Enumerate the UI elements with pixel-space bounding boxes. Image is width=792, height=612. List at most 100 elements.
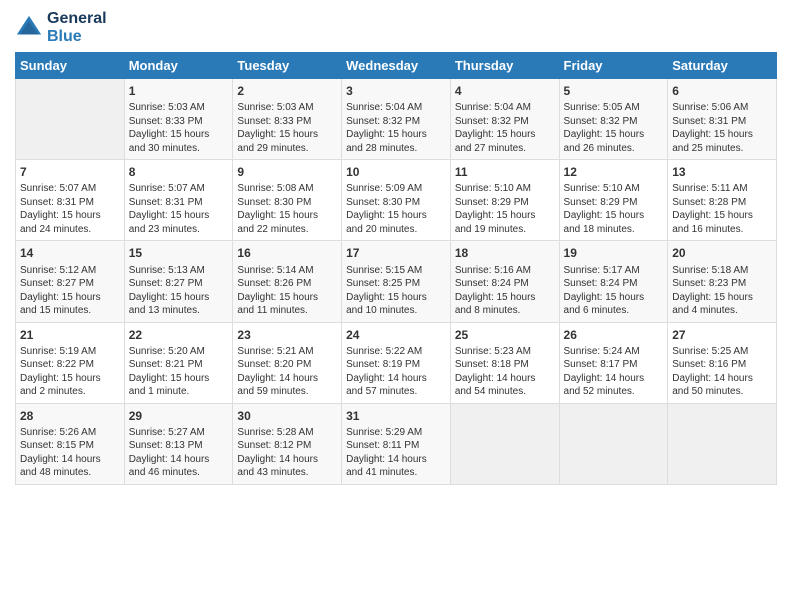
day-info: Sunrise: 5:21 AM Sunset: 8:20 PM Dayligh… [237, 345, 337, 399]
day-cell: 29Sunrise: 5:27 AM Sunset: 8:13 PM Dayli… [124, 403, 233, 484]
day-cell: 19 Sunrise: 5:17 AM Sunset: 8:24 PM Dayli… [559, 241, 668, 322]
week-row-4: 21 Sunrise: 5:19 AM Sunset: 8:22 PM Dayli… [16, 322, 777, 403]
day-info: Sunrise: 5:19 AM Sunset: 8:22 PM Dayligh… [20, 345, 120, 399]
day-info: Sunrise: 5:11 AM Sunset: 8:28 PM Dayligh… [672, 182, 772, 236]
day-number: 24 [346, 327, 446, 343]
day-cell: 26Sunrise: 5:24 AM Sunset: 8:17 PM Dayli… [559, 322, 668, 403]
day-number: 2 [237, 83, 337, 99]
week-row-2: 7 Sunrise: 5:07 AM Sunset: 8:31 PM Daylig… [16, 160, 777, 241]
day-info: Sunrise: 5:05 AM Sunset: 8:32 PM Dayligh… [564, 101, 664, 155]
day-cell: 21 Sunrise: 5:19 AM Sunset: 8:22 PM Dayli… [16, 322, 125, 403]
day-info: Sunrise: 5:07 AM Sunset: 8:31 PM Dayligh… [20, 182, 120, 236]
day-cell: 9 Sunrise: 5:08 AM Sunset: 8:30 PM Daylig… [233, 160, 342, 241]
day-cell: 1 Sunrise: 5:03 AM Sunset: 8:33 PM Daylig… [124, 79, 233, 160]
day-cell: 6 Sunrise: 5:06 AM Sunset: 8:31 PM Daylig… [668, 79, 777, 160]
day-info: Sunrise: 5:03 AM Sunset: 8:33 PM Dayligh… [129, 101, 229, 155]
day-number: 15 [129, 245, 229, 261]
col-header-thursday: Thursday [450, 53, 559, 79]
day-info: Sunrise: 5:28 AM Sunset: 8:12 PM Dayligh… [237, 426, 337, 480]
day-info: Sunrise: 5:16 AM Sunset: 8:24 PM Dayligh… [455, 264, 555, 318]
day-number: 8 [129, 164, 229, 180]
day-number: 31 [346, 408, 446, 424]
day-number: 25 [455, 327, 555, 343]
day-info: Sunrise: 5:14 AM Sunset: 8:26 PM Dayligh… [237, 264, 337, 318]
logo: General Blue [15, 10, 107, 46]
day-info: Sunrise: 5:24 AM Sunset: 8:17 PM Dayligh… [564, 345, 664, 399]
day-info: Sunrise: 5:04 AM Sunset: 8:32 PM Dayligh… [346, 101, 446, 155]
day-number: 27 [672, 327, 772, 343]
day-number: 18 [455, 245, 555, 261]
calendar-table: SundayMondayTuesdayWednesdayThursdayFrid… [15, 52, 777, 485]
day-number: 9 [237, 164, 337, 180]
day-cell: 31 Sunrise: 5:29 AM Sunset: 8:11 PM Dayli… [342, 403, 451, 484]
day-cell: 13 Sunrise: 5:11 AM Sunset: 8:28 PM Dayli… [668, 160, 777, 241]
day-cell: 12Sunrise: 5:10 AM Sunset: 8:29 PM Dayli… [559, 160, 668, 241]
day-cell: 2Sunrise: 5:03 AM Sunset: 8:33 PM Daylig… [233, 79, 342, 160]
day-info: Sunrise: 5:26 AM Sunset: 8:15 PM Dayligh… [20, 426, 120, 480]
day-number: 10 [346, 164, 446, 180]
day-number: 14 [20, 245, 120, 261]
day-cell: 14 Sunrise: 5:12 AM Sunset: 8:27 PM Dayli… [16, 241, 125, 322]
day-cell: 23 Sunrise: 5:21 AM Sunset: 8:20 PM Dayli… [233, 322, 342, 403]
day-info: Sunrise: 5:23 AM Sunset: 8:18 PM Dayligh… [455, 345, 555, 399]
day-cell: 15 Sunrise: 5:13 AM Sunset: 8:27 PM Dayli… [124, 241, 233, 322]
day-info: Sunrise: 5:13 AM Sunset: 8:27 PM Dayligh… [129, 264, 229, 318]
header: General Blue [15, 10, 777, 46]
day-number: 17 [346, 245, 446, 261]
day-cell: 3 Sunrise: 5:04 AM Sunset: 8:32 PM Daylig… [342, 79, 451, 160]
day-number: 11 [455, 164, 555, 180]
day-number: 3 [346, 83, 446, 99]
day-number: 16 [237, 245, 337, 261]
day-number: 30 [237, 408, 337, 424]
day-cell: 22Sunrise: 5:20 AM Sunset: 8:21 PM Dayli… [124, 322, 233, 403]
day-number: 22 [129, 327, 229, 343]
day-cell: 17Sunrise: 5:15 AM Sunset: 8:25 PM Dayli… [342, 241, 451, 322]
day-cell [559, 403, 668, 484]
col-header-saturday: Saturday [668, 53, 777, 79]
col-header-friday: Friday [559, 53, 668, 79]
day-cell: 20Sunrise: 5:18 AM Sunset: 8:23 PM Dayli… [668, 241, 777, 322]
day-number: 28 [20, 408, 120, 424]
day-info: Sunrise: 5:10 AM Sunset: 8:29 PM Dayligh… [455, 182, 555, 236]
day-number: 5 [564, 83, 664, 99]
day-number: 4 [455, 83, 555, 99]
day-info: Sunrise: 5:04 AM Sunset: 8:32 PM Dayligh… [455, 101, 555, 155]
day-info: Sunrise: 5:12 AM Sunset: 8:27 PM Dayligh… [20, 264, 120, 318]
day-cell [450, 403, 559, 484]
day-number: 13 [672, 164, 772, 180]
day-info: Sunrise: 5:29 AM Sunset: 8:11 PM Dayligh… [346, 426, 446, 480]
day-info: Sunrise: 5:09 AM Sunset: 8:30 PM Dayligh… [346, 182, 446, 236]
logo-icon [15, 14, 43, 42]
day-number: 1 [129, 83, 229, 99]
day-cell: 30 Sunrise: 5:28 AM Sunset: 8:12 PM Dayli… [233, 403, 342, 484]
day-cell: 5 Sunrise: 5:05 AM Sunset: 8:32 PM Daylig… [559, 79, 668, 160]
week-row-5: 28 Sunrise: 5:26 AM Sunset: 8:15 PM Dayli… [16, 403, 777, 484]
day-number: 29 [129, 408, 229, 424]
day-info: Sunrise: 5:18 AM Sunset: 8:23 PM Dayligh… [672, 264, 772, 318]
day-number: 7 [20, 164, 120, 180]
col-header-wednesday: Wednesday [342, 53, 451, 79]
day-cell [16, 79, 125, 160]
calendar-header-row: SundayMondayTuesdayWednesdayThursdayFrid… [16, 53, 777, 79]
day-number: 6 [672, 83, 772, 99]
day-cell: 8 Sunrise: 5:07 AM Sunset: 8:31 PM Daylig… [124, 160, 233, 241]
day-info: Sunrise: 5:08 AM Sunset: 8:30 PM Dayligh… [237, 182, 337, 236]
day-cell: 28 Sunrise: 5:26 AM Sunset: 8:15 PM Dayli… [16, 403, 125, 484]
day-number: 19 [564, 245, 664, 261]
day-info: Sunrise: 5:07 AM Sunset: 8:31 PM Dayligh… [129, 182, 229, 236]
day-number: 23 [237, 327, 337, 343]
page-container: General Blue SundayMondayTuesdayWednesda… [0, 0, 792, 495]
day-number: 21 [20, 327, 120, 343]
logo-text: General Blue [47, 10, 107, 46]
col-header-monday: Monday [124, 53, 233, 79]
week-row-3: 14 Sunrise: 5:12 AM Sunset: 8:27 PM Dayli… [16, 241, 777, 322]
day-cell: 18 Sunrise: 5:16 AM Sunset: 8:24 PM Dayli… [450, 241, 559, 322]
day-number: 12 [564, 164, 664, 180]
col-header-tuesday: Tuesday [233, 53, 342, 79]
day-info: Sunrise: 5:06 AM Sunset: 8:31 PM Dayligh… [672, 101, 772, 155]
day-cell [668, 403, 777, 484]
week-row-1: 1 Sunrise: 5:03 AM Sunset: 8:33 PM Daylig… [16, 79, 777, 160]
day-cell: 11 Sunrise: 5:10 AM Sunset: 8:29 PM Dayli… [450, 160, 559, 241]
day-info: Sunrise: 5:17 AM Sunset: 8:24 PM Dayligh… [564, 264, 664, 318]
day-cell: 25 Sunrise: 5:23 AM Sunset: 8:18 PM Dayli… [450, 322, 559, 403]
